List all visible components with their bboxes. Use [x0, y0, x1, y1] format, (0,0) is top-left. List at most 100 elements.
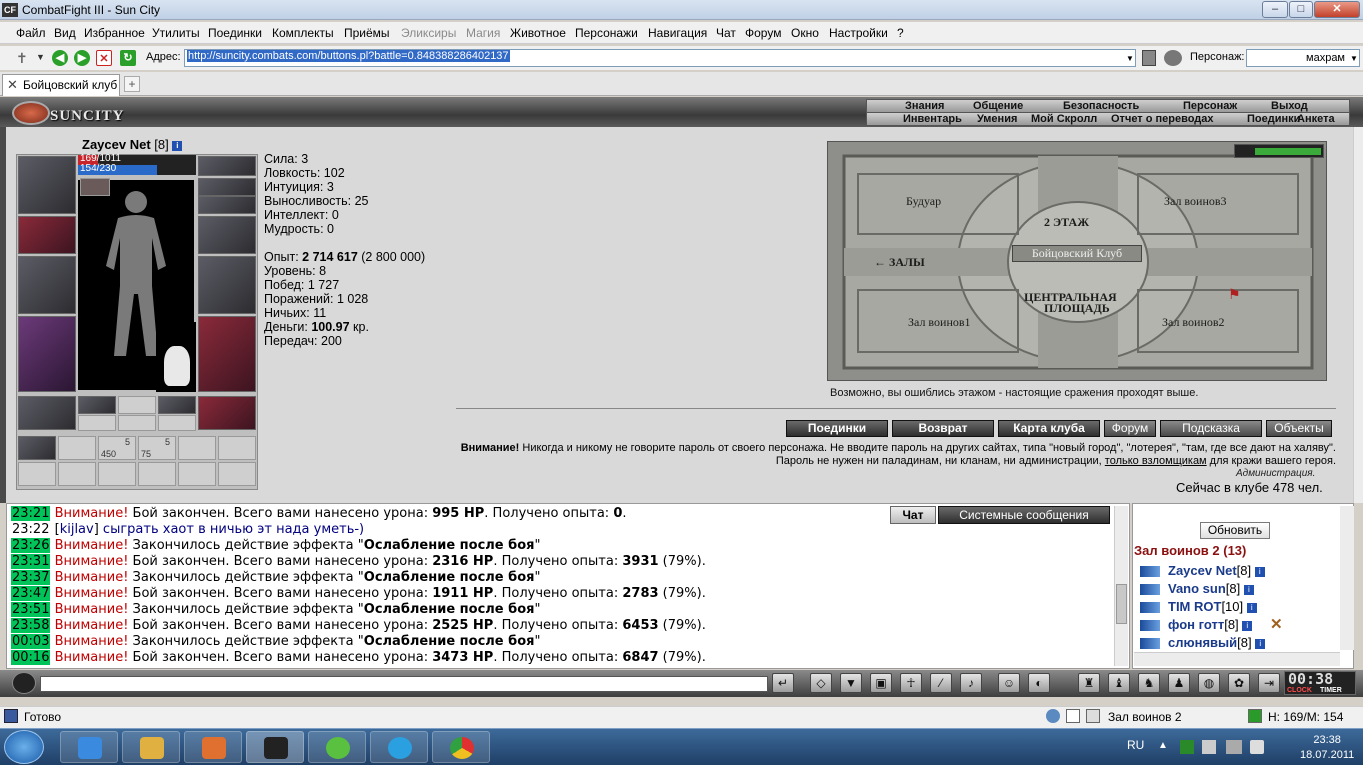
boots-slot[interactable]: [198, 396, 256, 430]
exit-icon[interactable]: ⇥: [1258, 673, 1280, 693]
filter-icon[interactable]: ▼: [840, 673, 862, 693]
player-name[interactable]: Zaycev Net: [1168, 563, 1237, 578]
gift-icon[interactable]: ✿: [1228, 673, 1250, 693]
info-icon[interactable]: i: [1254, 566, 1265, 577]
bag-icon[interactable]: ♜: [1078, 673, 1100, 693]
info-icon[interactable]: i: [172, 140, 183, 151]
player-item[interactable]: Zaycev Net[8] i: [1140, 564, 1265, 578]
pot-icon[interactable]: ◍: [1198, 673, 1220, 693]
belt-item-slot-3[interactable]: [158, 396, 196, 414]
tray-device-icon[interactable]: [1202, 740, 1216, 754]
status-refresh-icon[interactable]: [1248, 709, 1262, 723]
spell-slot-1[interactable]: [78, 415, 116, 431]
close-button[interactable]: ✕: [1314, 1, 1360, 18]
tab-close-icon[interactable]: ✕: [7, 75, 18, 95]
info-icon[interactable]: i: [1246, 602, 1257, 613]
private-message-icon[interactable]: [1140, 620, 1160, 632]
system-clock[interactable]: 23:38 18.07.2011: [1300, 733, 1354, 763]
bow-slot[interactable]: [18, 256, 76, 314]
map-hall-2[interactable]: Зал воинов2: [1162, 315, 1225, 330]
music-icon[interactable]: ♪: [960, 673, 982, 693]
character-select[interactable]: махрам: [1246, 49, 1360, 67]
gloves-slot[interactable]: [198, 216, 256, 254]
topnav-row2-0[interactable]: Инвентарь: [903, 113, 962, 126]
quiver-slot[interactable]: [198, 256, 256, 314]
info-icon[interactable]: i: [1243, 584, 1254, 595]
chat-time[interactable]: 23:26: [11, 538, 51, 553]
potion-slot-3[interactable]: 5 450: [98, 436, 136, 460]
player-name[interactable]: слюнявый: [1168, 635, 1237, 650]
character-dropdown-icon[interactable]: ▼: [1350, 54, 1358, 63]
map-floor-2[interactable]: 2 ЭТАЖ: [1044, 215, 1089, 230]
menu-item-6[interactable]: Приёмы: [344, 26, 390, 40]
map-hall-3[interactable]: Зал воинов3: [1164, 194, 1227, 209]
icq-taskbar-icon[interactable]: [308, 731, 366, 763]
menu-item-0[interactable]: Файл: [16, 26, 46, 40]
info-icon[interactable]: i: [1242, 620, 1253, 631]
potion-slot-5[interactable]: [178, 436, 216, 460]
menu-item-9[interactable]: Животное: [510, 26, 566, 40]
new-tab-icon[interactable]: +: [124, 76, 140, 92]
ie-taskbar-icon[interactable]: [60, 731, 118, 763]
status-globe-icon[interactable]: [1046, 709, 1060, 723]
language-indicator[interactable]: RU: [1127, 738, 1144, 752]
chat-time[interactable]: 23:21: [11, 506, 51, 521]
potion-slot-2[interactable]: [58, 436, 96, 460]
player-name[interactable]: фон готт: [1168, 617, 1224, 632]
minimize-button[interactable]: –: [1262, 1, 1288, 18]
room-hscrollbar[interactable]: [1134, 652, 1340, 666]
pet-cat-icon[interactable]: [164, 346, 190, 386]
person-icon[interactable]: ☥: [900, 673, 922, 693]
menu-item-1[interactable]: Вид: [54, 26, 76, 40]
rings-slot[interactable]: [198, 196, 256, 214]
potion-slot-11[interactable]: [178, 462, 216, 486]
address-input[interactable]: http://suncity.combats.com/buttons.pl?ba…: [184, 49, 1136, 67]
club-map-button[interactable]: Карта клуба: [998, 420, 1100, 437]
menu-item-3[interactable]: Утилиты: [152, 26, 200, 40]
hackers-link[interactable]: только взломщикам: [1105, 455, 1207, 467]
earring-slot[interactable]: [198, 156, 256, 176]
chat-scrollbar[interactable]: [1114, 506, 1128, 666]
map-boudoir[interactable]: Будуар: [906, 194, 941, 209]
tab-chat[interactable]: Чат: [890, 506, 936, 524]
skype-taskbar-icon[interactable]: [370, 731, 428, 763]
back-button[interactable]: Возврат: [892, 420, 994, 437]
volume-icon[interactable]: [1250, 740, 1264, 754]
chat-time[interactable]: 00:03: [11, 634, 51, 649]
leggings-slot[interactable]: [198, 316, 256, 392]
menu-item-15[interactable]: Настройки: [829, 26, 888, 40]
back-icon[interactable]: ◀: [52, 50, 68, 66]
chat-time[interactable]: 23:51: [11, 602, 51, 617]
chat-scroll-thumb[interactable]: [1116, 584, 1127, 624]
room-scrollbar[interactable]: [1340, 506, 1354, 650]
menu-item-8[interactable]: Магия: [466, 26, 500, 40]
menu-item-12[interactable]: Чат: [716, 26, 736, 40]
chat-time[interactable]: 23:31: [11, 554, 51, 569]
player-name[interactable]: Vano sun: [1168, 581, 1226, 596]
refresh-button[interactable]: Обновить: [1200, 522, 1270, 539]
tab-fight-club[interactable]: ✕ Бойцовский клуб: [2, 74, 120, 96]
topnav-row2-2[interactable]: Мой Скролл: [1031, 113, 1097, 126]
bracers-slot[interactable]: [18, 216, 76, 254]
map-fight-club[interactable]: Бойцовский Клуб: [1012, 245, 1142, 262]
media-player-taskbar-icon[interactable]: [184, 731, 242, 763]
menu-item-16[interactable]: ?: [897, 26, 904, 40]
topnav-row2-3[interactable]: Отчет о переводах: [1111, 113, 1214, 126]
users-icon[interactable]: [1164, 50, 1182, 66]
fights-button[interactable]: Поединки: [786, 420, 888, 437]
page-scrollbar[interactable]: [1353, 127, 1363, 503]
chat-input[interactable]: [40, 676, 768, 692]
map-hall-1[interactable]: Зал воинов1: [908, 315, 971, 330]
forum-button[interactable]: Форум: [1104, 420, 1156, 437]
belt-slot[interactable]: [18, 396, 76, 430]
status-page-icon[interactable]: [1066, 709, 1080, 723]
explorer-taskbar-icon[interactable]: [122, 731, 180, 763]
chat-time[interactable]: 23:58: [11, 618, 51, 633]
tab-system-messages[interactable]: Системные сообщения: [938, 506, 1110, 524]
amulet-slot[interactable]: [198, 178, 256, 196]
scroll-icon[interactable]: ♝: [1108, 673, 1130, 693]
maximize-button[interactable]: □: [1289, 1, 1313, 18]
combatfight-taskbar-icon[interactable]: [246, 731, 304, 763]
menu-item-5[interactable]: Комплекты: [272, 26, 334, 40]
player-name[interactable]: TIM ROT: [1168, 599, 1221, 614]
